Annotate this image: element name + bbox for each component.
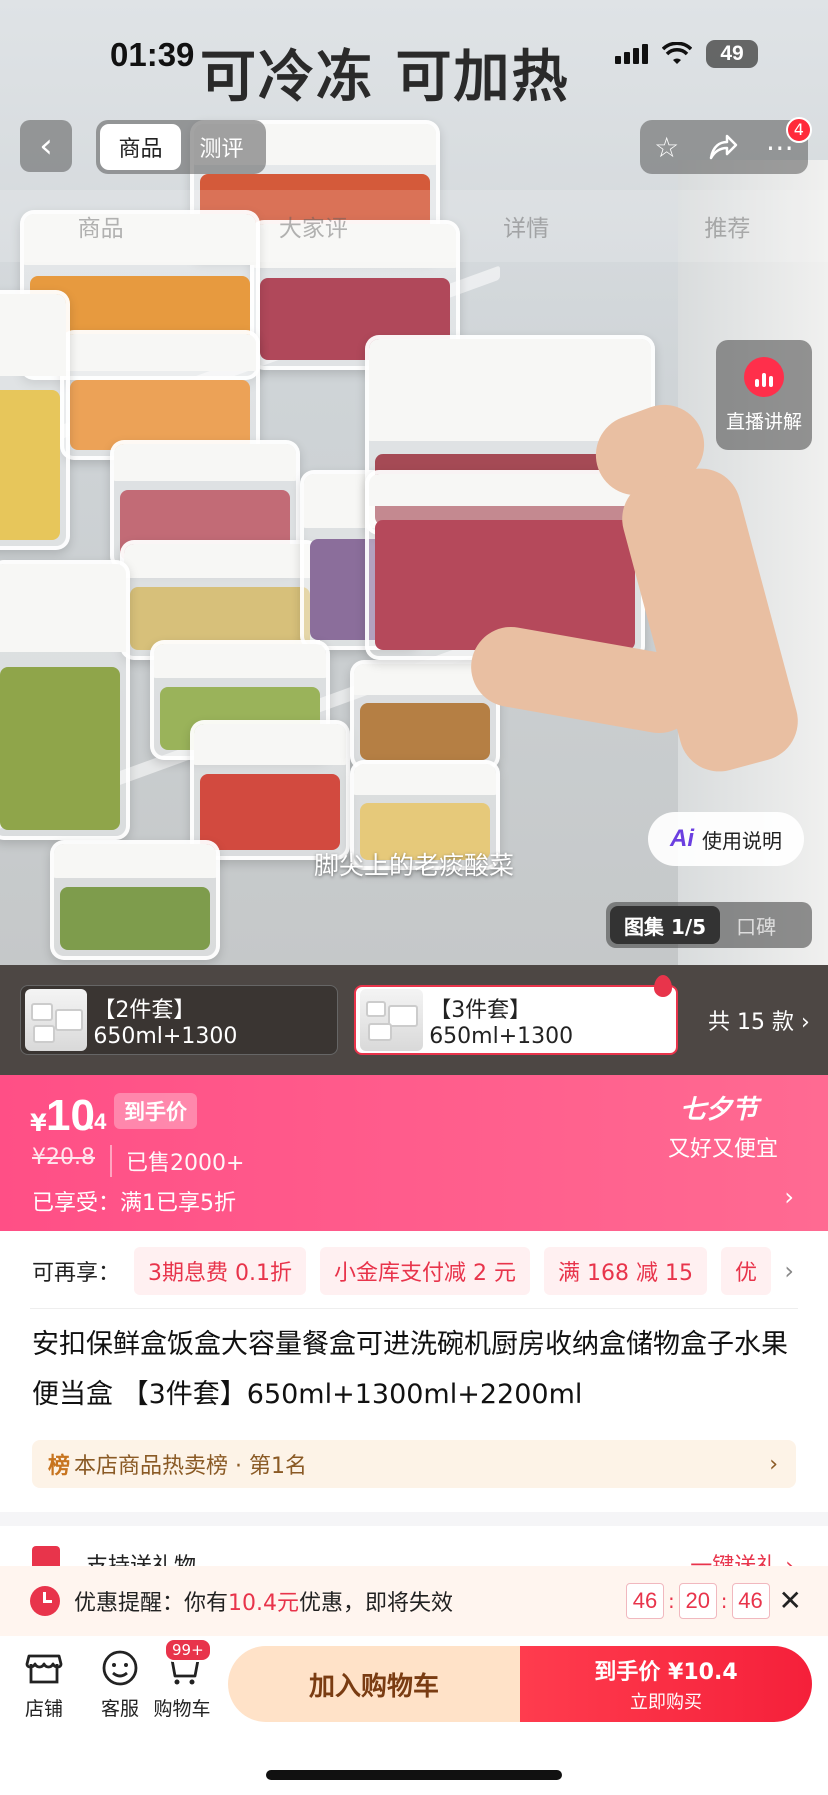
more-badge: 4 xyxy=(785,116,812,143)
live-icon xyxy=(744,356,784,397)
timer-seconds: 46 xyxy=(731,1583,770,1619)
coupon-installment[interactable]: 3期息费 0.1折 xyxy=(134,1247,306,1295)
timer-hours: 46 xyxy=(626,1583,664,1619)
chevron-right-icon: › xyxy=(769,1451,778,1477)
chevron-right-icon[interactable]: › xyxy=(784,1257,794,1285)
variant-selector: 【2件套】650ml+1300 【3件套】650ml+1300 共 15 款 › xyxy=(0,965,828,1075)
final-price-tag: 到手价 xyxy=(114,1093,197,1129)
gift-row[interactable]: 支持送礼物 一键送礼 › xyxy=(0,1526,828,1566)
section-gap xyxy=(0,1512,828,1526)
clock-icon xyxy=(30,1586,60,1616)
tab-product[interactable]: 商品 xyxy=(100,124,181,170)
variant-label: 【3件套】650ml+1300 xyxy=(429,997,574,1049)
section-tab-recommend[interactable]: 推荐 xyxy=(704,209,750,243)
product-image-carousel[interactable]: 可冷冻 可加热 01:39 49 ‹ 商品 测评 ☆ ⋯ 4 商品 大家评 详情 … xyxy=(0,0,828,965)
service-label: 客服 xyxy=(100,1698,139,1720)
discount-reminder: 优惠提醒：你有 10.4元 优惠，即将失效 46: 20: 46 ✕ xyxy=(0,1566,828,1636)
customer-service-icon xyxy=(102,1650,138,1686)
image-headline: 可冷冻 可加热 xyxy=(200,45,570,110)
shop-label: 店铺 xyxy=(24,1698,63,1720)
live-label: 直播讲解 xyxy=(725,410,802,433)
image-caption: 脚尖上的老痰酸菜 xyxy=(313,851,514,880)
back-button[interactable]: ‹ xyxy=(20,120,72,172)
variant-thumbnail xyxy=(25,989,88,1051)
price-currency: ¥ xyxy=(30,1109,47,1137)
cart-label: 购物车 xyxy=(153,1698,211,1720)
live-explain-button[interactable]: 直播讲解 xyxy=(716,340,812,450)
original-price: ¥20.8 xyxy=(32,1145,95,1170)
shop-icon xyxy=(25,1654,63,1684)
add-to-cart-button[interactable]: 加入购物车 xyxy=(228,1646,520,1722)
variant-option-selected[interactable]: 【3件套】650ml+1300 xyxy=(354,975,678,1055)
festival-subtitle: 又好又便宜 xyxy=(668,1137,779,1162)
countdown-timer: 46: 20: 46 xyxy=(626,1583,770,1619)
gift-icon xyxy=(32,1546,60,1566)
reminder-suffix: 优惠，即将失效 xyxy=(299,1591,454,1616)
star-icon[interactable]: ☆ xyxy=(654,131,679,164)
coupon-row: 可再享： 3期息费 0.1折 小金库支付减 2 元 满 168 减 15 优 › xyxy=(0,1231,828,1311)
gallery-switch: 图集 1/5 口碑 xyxy=(606,902,812,948)
buy-now-label: 立即购买 xyxy=(630,1692,702,1713)
rank-icon: 榜 xyxy=(48,1454,71,1479)
home-indicator xyxy=(266,1770,562,1780)
festival-title: 七夕节 xyxy=(680,1095,759,1125)
coupon-payment[interactable]: 小金库支付减 2 元 xyxy=(320,1247,530,1295)
container-image xyxy=(0,560,130,840)
wifi-icon xyxy=(662,42,692,64)
more-variants-link[interactable]: 共 15 款 › xyxy=(708,1004,810,1036)
cart-button[interactable]: 99+ 购物车 xyxy=(142,1638,222,1721)
status-icons: 49 xyxy=(615,40,758,68)
price-banner[interactable]: ¥ 10 .4 到手价 ¥20.8 已售2000+ 已享受：满1已享5折 七夕节… xyxy=(0,1075,828,1231)
section-tab-reviews[interactable]: 大家评 xyxy=(279,209,348,243)
rank-label: 本店商品热卖榜 · 第1名 xyxy=(74,1454,307,1479)
container-image xyxy=(0,290,70,550)
product-title: 安扣保鲜盒饭盒大容量餐盒可进洗碗机厨房收纳盒储物盒子水果便当盒 【3件套】650… xyxy=(32,1329,788,1410)
close-icon[interactable]: ✕ xyxy=(779,1584,802,1617)
sold-count: 已售2000+ xyxy=(110,1145,244,1177)
cart-badge: 99+ xyxy=(164,1638,212,1662)
chevron-right-icon: › xyxy=(784,1183,794,1211)
gallery-tab-images[interactable]: 图集 1/5 xyxy=(610,906,721,944)
section-tabs: 商品 大家评 详情 推荐 xyxy=(0,190,828,262)
section-tab-product[interactable]: 商品 xyxy=(78,209,124,243)
variant-option[interactable]: 【2件套】650ml+1300 xyxy=(20,985,338,1055)
container-image xyxy=(190,720,350,860)
signal-icon xyxy=(615,44,648,64)
flame-icon xyxy=(654,975,672,997)
tab-review[interactable]: 测评 xyxy=(181,124,262,170)
reminder-prefix: 优惠提醒：你有 xyxy=(74,1591,229,1616)
discount-enjoyed: 已享受：满1已享5折 xyxy=(32,1191,236,1216)
top-segment-tabs: 商品 测评 xyxy=(96,120,266,174)
price-decimal: .4 xyxy=(88,1109,107,1134)
coupon-threshold[interactable]: 满 168 减 15 xyxy=(543,1247,707,1295)
more-icon[interactable]: ⋯ 4 xyxy=(766,116,812,164)
status-time: 01:39 xyxy=(110,36,195,73)
gallery-tab-reputation[interactable]: 口碑 xyxy=(720,911,792,940)
variant-label: 【2件套】650ml+1300 xyxy=(93,997,238,1049)
variant-thumbnail xyxy=(360,989,424,1051)
buy-now-button[interactable]: 到手价 ¥10.4 立即购买 xyxy=(520,1646,812,1722)
share-icon[interactable] xyxy=(708,134,738,160)
gift-label: 支持送礼物 xyxy=(86,1548,196,1566)
coupon-row-label: 可再享： xyxy=(32,1261,121,1286)
shop-button[interactable]: 店铺 xyxy=(4,1648,84,1721)
battery-indicator: 49 xyxy=(706,40,758,68)
chevron-left-icon: ‹ xyxy=(39,126,53,166)
timer-minutes: 20 xyxy=(678,1583,717,1619)
section-tab-details[interactable]: 详情 xyxy=(503,209,549,243)
top-actions: ☆ ⋯ 4 xyxy=(640,116,812,174)
reminder-amount: 10.4元 xyxy=(228,1591,300,1616)
coupon-more[interactable]: 优 xyxy=(720,1247,771,1295)
divider xyxy=(30,1308,798,1309)
buy-now-price: 到手价 ¥10.4 xyxy=(594,1660,738,1685)
rank-banner[interactable]: 榜 本店商品热卖榜 · 第1名 › xyxy=(32,1440,796,1488)
gift-action[interactable]: 一键送礼 › xyxy=(690,1548,794,1566)
